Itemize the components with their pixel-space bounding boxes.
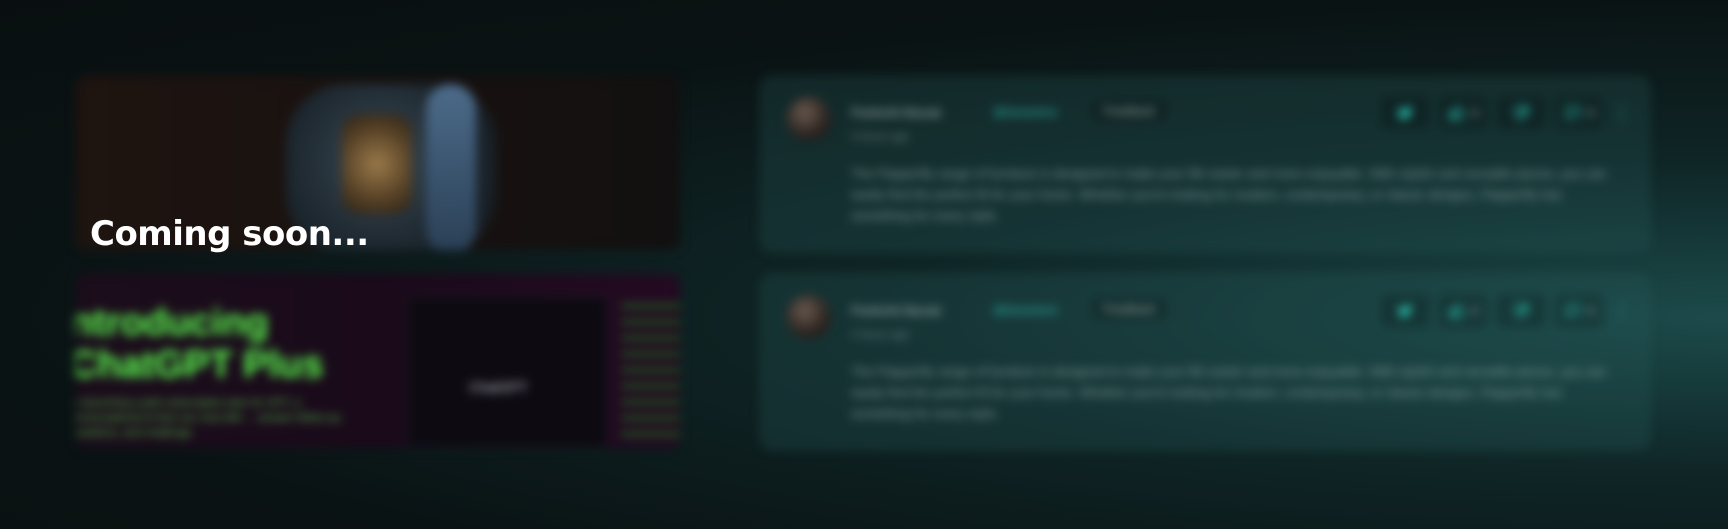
- feedback-body: The Flapperfly range of furniture is des…: [851, 166, 1607, 223]
- thumbs-down-icon: [1513, 304, 1529, 318]
- promo-title: ntroducing ChatGPT Plus: [76, 302, 323, 386]
- like-button[interactable]: 0: [1439, 97, 1487, 129]
- more-vertical-icon[interactable]: ⋮: [1613, 302, 1631, 320]
- promo-screen: ChatGPT: [406, 296, 608, 448]
- avatar[interactable]: [787, 97, 831, 141]
- timestamp: 3 hours ago: [851, 329, 910, 341]
- dislike-button[interactable]: [1497, 295, 1545, 327]
- promo-title-line2: ChatGPT Plus: [76, 344, 324, 386]
- avatar[interactable]: [787, 295, 831, 339]
- coming-soon-title: Coming soon...: [90, 214, 369, 254]
- dislike-button[interactable]: [1497, 97, 1545, 129]
- feedback-card[interactable]: Parikshit Banak @banaviere Feedback 3 ho…: [760, 274, 1650, 450]
- share-twitter-button[interactable]: [1381, 295, 1429, 327]
- like-count: 0: [1471, 304, 1479, 318]
- comment-button[interactable]: 0: [1555, 295, 1603, 327]
- comment-button[interactable]: 0: [1555, 97, 1603, 129]
- author-name[interactable]: Parikshit Banak: [851, 105, 941, 120]
- author-name[interactable]: Parikshit Banak: [851, 303, 941, 318]
- like-button[interactable]: 0: [1439, 295, 1487, 327]
- thumbs-up-icon: [1449, 106, 1464, 120]
- category-tag[interactable]: Feedback: [1093, 101, 1166, 121]
- author-handle[interactable]: @banaviere: [993, 105, 1058, 119]
- comment-icon: [1565, 304, 1580, 319]
- comment-count: 0: [1587, 106, 1595, 120]
- promo-text: re launching a pilot subscription plan f…: [76, 397, 341, 439]
- thumbs-down-icon: [1513, 106, 1529, 120]
- chatgpt-promo-card: ntroducing ChatGPT Plus re launching a p…: [76, 274, 680, 448]
- more-vertical-icon[interactable]: ⋮: [1613, 104, 1631, 122]
- category-tag[interactable]: Feedback: [1093, 299, 1166, 319]
- feedback-body: The Flapperfly range of furniture is des…: [851, 364, 1607, 421]
- promo-side-graphic: [621, 304, 680, 444]
- author-handle[interactable]: @banaviere: [993, 303, 1058, 317]
- promo-screen-label: ChatGPT: [469, 379, 528, 395]
- watch-band: [426, 84, 476, 250]
- twitter-icon: [1397, 304, 1413, 318]
- timestamp: 3 hours ago: [851, 131, 910, 143]
- action-bar: 0 0 ⋮: [1381, 295, 1631, 327]
- comment-icon: [1565, 106, 1580, 121]
- twitter-icon: [1397, 106, 1413, 120]
- thumbs-up-icon: [1449, 304, 1464, 318]
- feedback-card[interactable]: Parikshit Banak @banaviere Feedback 3 ho…: [760, 76, 1650, 252]
- watch-face: [342, 114, 412, 214]
- comment-count: 0: [1587, 304, 1595, 318]
- blurred-background: ntroducing ChatGPT Plus re launching a p…: [0, 0, 1728, 529]
- action-bar: 0 0 ⋮: [1381, 97, 1631, 129]
- promo-title-line1: ntroducing: [76, 302, 269, 344]
- like-count: 0: [1471, 106, 1479, 120]
- share-twitter-button[interactable]: [1381, 97, 1429, 129]
